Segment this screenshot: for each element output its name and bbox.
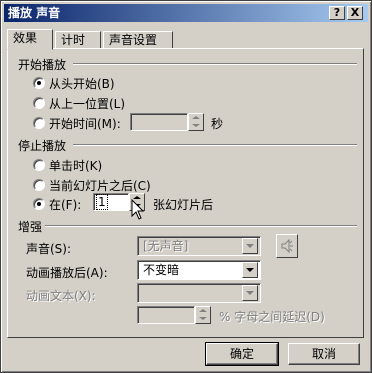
seconds-unit-label: 秒 [211,117,224,131]
help-button[interactable]: ? [329,6,345,20]
after-animation-label: 动画播放后(A): [26,266,108,280]
after-current-slide-radio[interactable] [33,179,45,191]
start-time-radio[interactable] [33,117,45,129]
stop-group-label: 停止播放 [18,139,67,153]
after-animation-value: 不变暗 [143,263,180,277]
tab-effect[interactable]: 效果 [7,29,53,50]
start-time-input[interactable] [130,113,188,131]
from-last-position-radio[interactable] [33,97,45,109]
speaker-icon [281,238,293,254]
start-time-label: 开始时间(M): [49,117,121,131]
cancel-button[interactable]: 取消 [288,343,360,365]
sound-select-value: [无声音] [143,239,189,253]
from-beginning-label: 从头开始(B) [49,77,115,91]
after-animation-dropdown-arrow[interactable] [242,262,258,278]
title-bar: 播放 声音 ? X [4,4,368,22]
cancel-button-label: 取消 [311,347,336,361]
animate-text-dropdown-arrow[interactable] [242,285,258,301]
enhance-group-label: 增强 [18,220,43,234]
tab-sound-settings[interactable]: 声音设置 [103,31,173,49]
window-title: 播放 声音 [8,6,61,20]
on-click-label: 单击时(K) [49,159,103,173]
close-button[interactable]: X [347,6,363,20]
sound-label: 声音(S): [26,242,72,256]
letter-delay-label: % 字母之间延迟(D) [219,310,325,324]
enhance-divider [45,225,357,227]
start-time-spinner[interactable] [188,113,204,131]
letter-delay-spinner[interactable] [195,306,211,324]
from-last-position-label: 从上一位置(L) [49,97,126,111]
ok-button-label: 确定 [229,347,254,361]
ok-button[interactable]: 确定 [205,342,279,366]
start-group-label: 开始播放 [18,58,67,72]
close-icon: X [350,6,360,19]
sound-select[interactable]: [无声音] [137,236,261,256]
after-slides-unit: 张幻灯片后 [153,198,214,212]
letter-delay-input[interactable] [137,306,195,324]
animate-text-select[interactable] [137,283,261,303]
after-slides-input[interactable]: 1 [93,193,129,211]
after-current-slide-label: 当前幻灯片之后(C) [49,179,151,193]
after-slides-value: 1 [96,194,108,210]
on-click-radio[interactable] [33,159,45,171]
sound-dropdown-arrow[interactable] [242,238,258,254]
after-animation-select[interactable]: 不变暗 [137,260,261,280]
after-slides-label: 在(F): [49,198,82,212]
tab-sound-settings-label: 声音设置 [109,33,158,47]
stop-divider [73,144,357,146]
dialog-window: 播放 声音 ? X 效果 计时 声音设置 开始播放 从头开始(B) 从上一位置(… [0,0,372,373]
tab-timing-label: 计时 [61,33,86,47]
help-icon: ? [333,6,341,19]
from-beginning-radio[interactable] [33,77,45,89]
cursor-icon [131,199,145,220]
start-divider [73,63,357,65]
animate-text-label: 动画文本(X): [26,289,96,303]
sound-preview-button[interactable] [276,234,298,258]
tab-timing[interactable]: 计时 [55,31,101,49]
after-slides-radio[interactable] [33,198,45,210]
tab-effect-label: 效果 [13,31,38,45]
